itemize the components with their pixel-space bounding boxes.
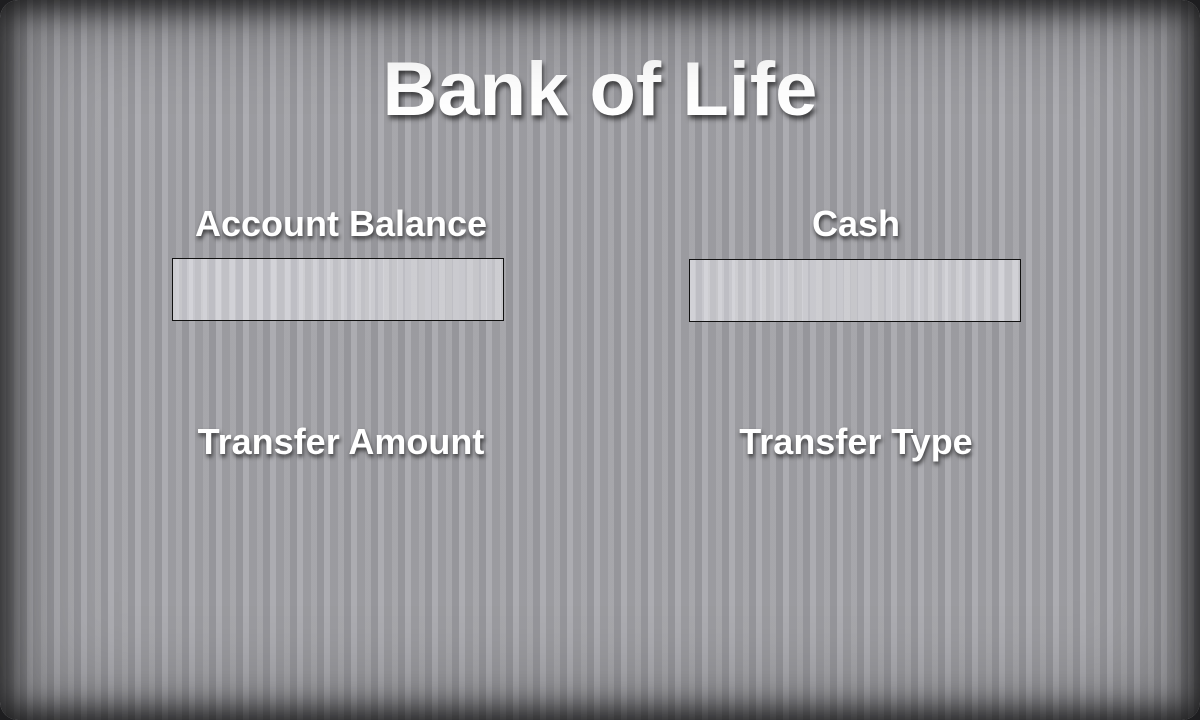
cash-field[interactable] xyxy=(689,259,1021,322)
app-title: Bank of Life xyxy=(382,47,818,132)
transfer-amount-label: Transfer Amount xyxy=(197,421,485,462)
cash-label: Cash xyxy=(811,203,901,244)
transfer-type-label: Transfer Type xyxy=(739,421,973,462)
account-balance-field[interactable] xyxy=(172,258,504,321)
account-balance-label: Account Balance xyxy=(194,203,488,244)
app-screen: Bank of Life Account Balance Cash Transf… xyxy=(0,0,1200,720)
